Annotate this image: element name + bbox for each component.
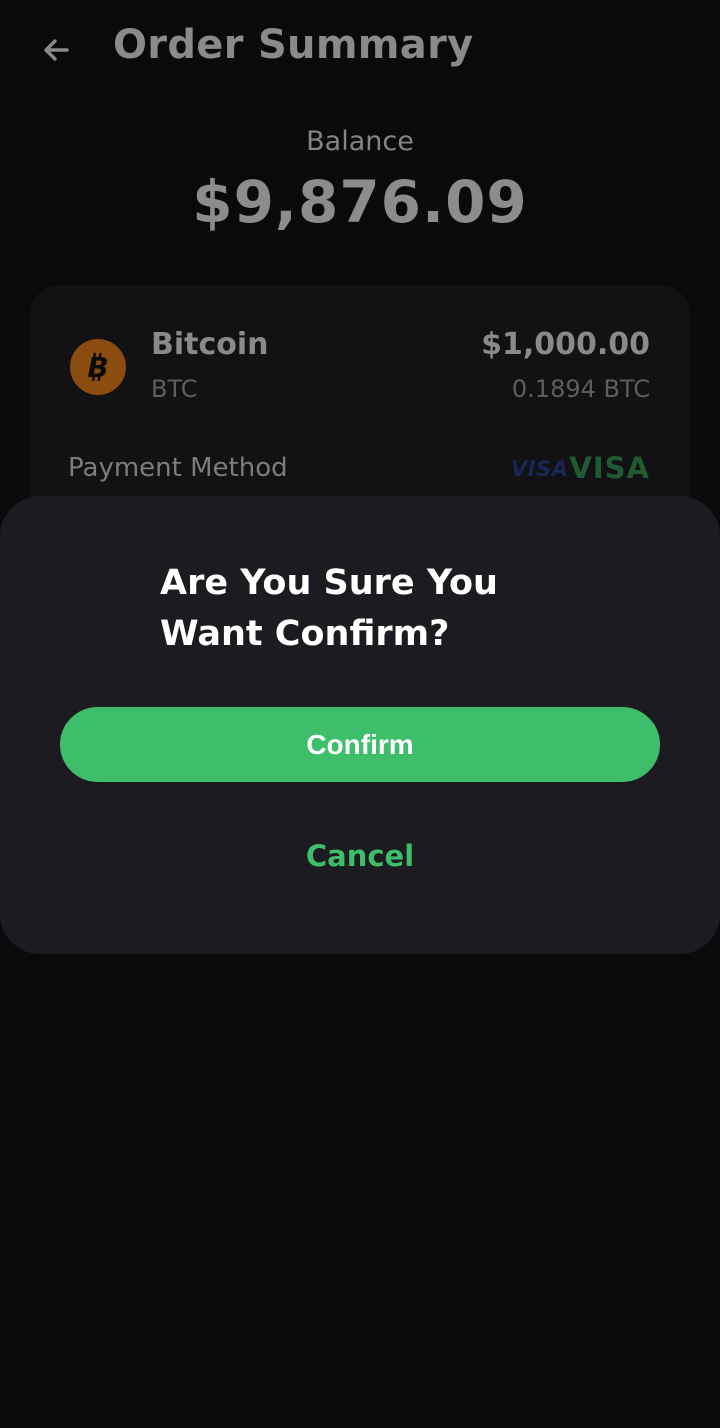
- cancel-button[interactable]: Cancel: [260, 826, 460, 886]
- bitcoin-icon: B: [70, 339, 126, 395]
- confirm-dialog: Are You Sure You Want Confirm? Confirm C…: [0, 496, 720, 954]
- coin-name: Bitcoin: [151, 327, 269, 362]
- header: Order Summary: [0, 0, 720, 100]
- arrow-left-icon: [44, 39, 69, 61]
- page-title: Order Summary: [113, 22, 474, 68]
- visa-logo-icon: VISA: [511, 457, 569, 481]
- coin-symbol: BTC: [151, 375, 198, 403]
- dialog-title: Are You Sure You Want Confirm?: [160, 563, 498, 654]
- back-button[interactable]: [36, 30, 76, 70]
- payment-method-label: Payment Method: [68, 453, 288, 483]
- payment-method-value: VISA: [569, 451, 650, 485]
- balance-label: Balance: [306, 126, 414, 157]
- balance-value: $9,876.09: [192, 168, 528, 236]
- confirm-button[interactable]: Confirm: [60, 707, 660, 782]
- order-amount: $1,000.00: [481, 327, 650, 362]
- crypto-amount: 0.1894 BTC: [511, 375, 650, 403]
